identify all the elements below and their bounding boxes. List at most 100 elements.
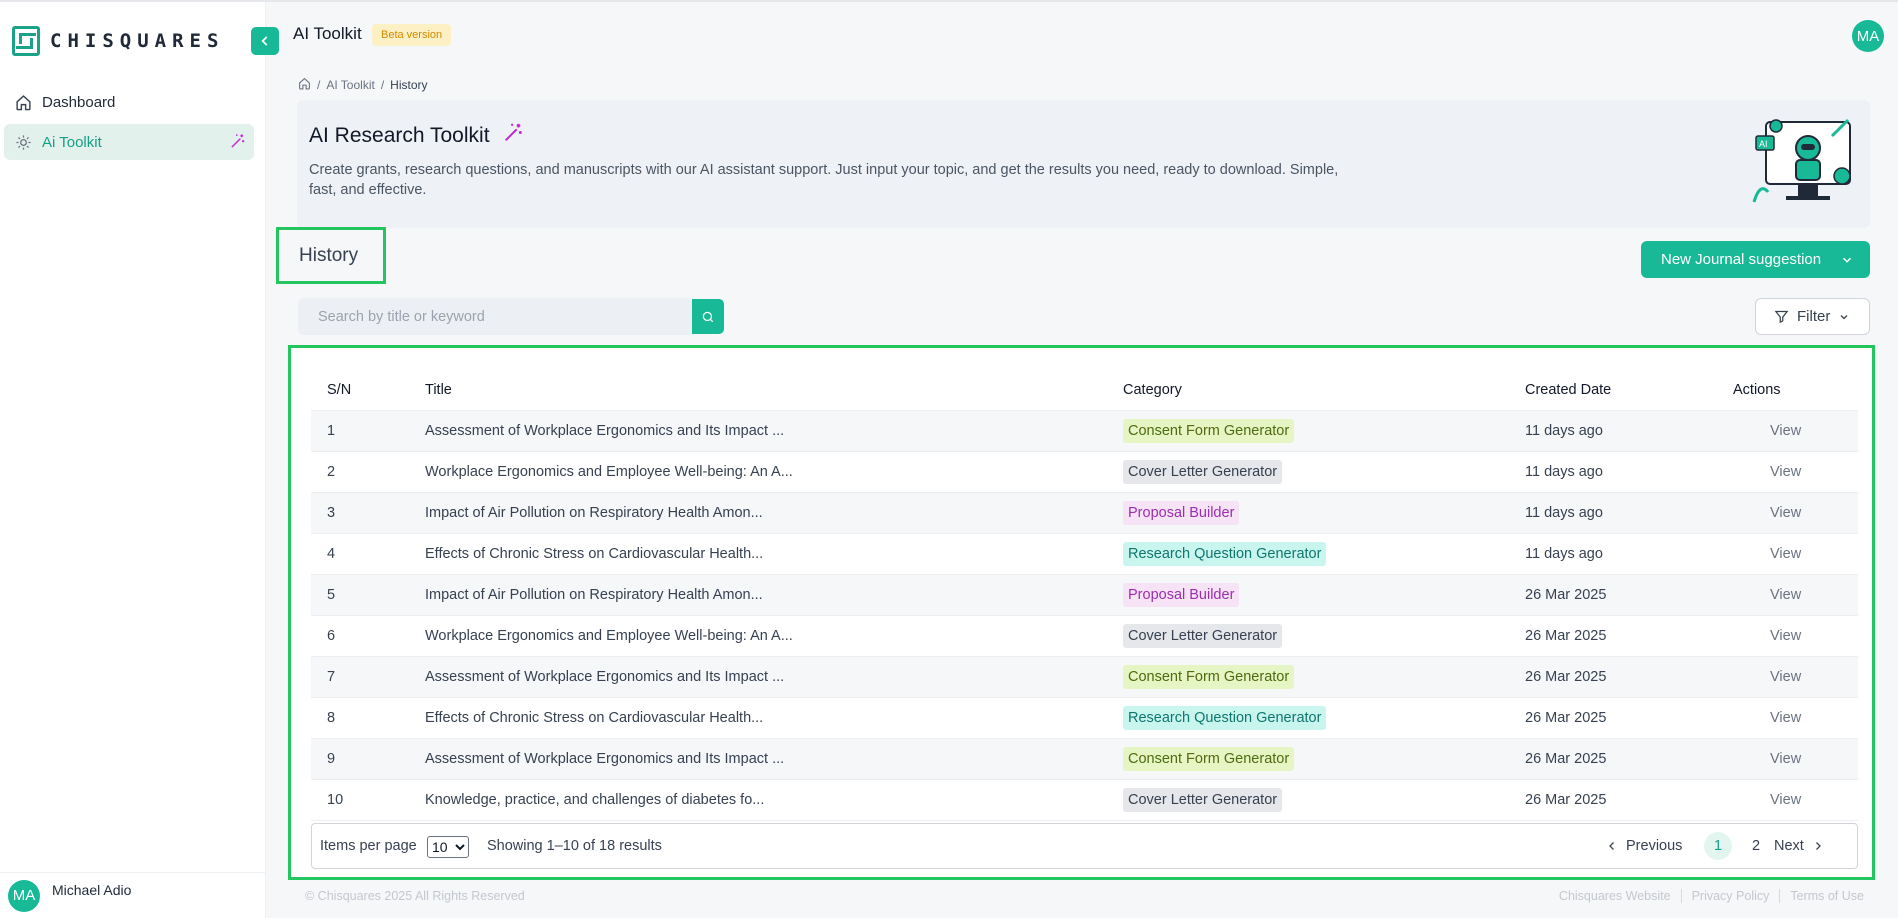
filter-label: Filter: [1797, 308, 1831, 325]
row-sn: 6: [327, 628, 336, 644]
row-sn: 1: [327, 423, 336, 439]
avatar[interactable]: MA: [1852, 20, 1884, 52]
table-row: 1 Assessment of Workplace Ergonomics and …: [311, 411, 1858, 452]
results-count: Showing 1–10 of 18 results: [487, 838, 662, 854]
page-2-button[interactable]: 2: [1742, 832, 1770, 860]
view-button[interactable]: View: [1770, 669, 1801, 685]
footer-link-privacy[interactable]: Privacy Policy: [1680, 889, 1780, 903]
category-badge: Proposal Builder: [1123, 583, 1240, 607]
view-button[interactable]: View: [1770, 751, 1801, 767]
category-badge: Consent Form Generator: [1123, 419, 1295, 443]
robot-illustration-icon: AI: [1752, 118, 1851, 203]
row-created-date: 26 Mar 2025: [1525, 669, 1607, 685]
brand-logo[interactable]: CHISQUARES: [12, 26, 224, 56]
sidebar: CHISQUARES Dashboard Ai Toolkit MA Micha…: [0, 2, 266, 918]
logo-mark-icon: [12, 26, 40, 56]
row-sn: 9: [327, 751, 336, 767]
copyright: © Chisquares 2025 All Rights Reserved: [305, 889, 525, 903]
view-button[interactable]: View: [1770, 464, 1801, 480]
row-created-date: 26 Mar 2025: [1525, 628, 1607, 644]
new-journal-suggestion-button[interactable]: New Journal suggestion: [1641, 241, 1870, 278]
footer-links: Chisquares Website Privacy Policy Terms …: [1549, 889, 1874, 903]
table-row: 10 Knowledge, practice, and challenges of…: [311, 780, 1858, 821]
row-title: Assessment of Workplace Ergonomics and I…: [425, 751, 785, 767]
category-badge: Proposal Builder: [1123, 501, 1240, 525]
view-button[interactable]: View: [1770, 628, 1801, 644]
table-header-row: S/N Title Category Created Date Actions: [311, 370, 1858, 411]
hero-art-label: AI: [1759, 139, 1768, 149]
category-badge: Consent Form Generator: [1123, 665, 1295, 689]
row-created-date: 26 Mar 2025: [1525, 792, 1607, 808]
sidebar-item-dashboard[interactable]: Dashboard: [4, 84, 254, 120]
view-button[interactable]: View: [1770, 792, 1801, 808]
breadcrumb-ai-toolkit[interactable]: AI Toolkit: [326, 78, 374, 92]
view-button[interactable]: View: [1770, 546, 1801, 562]
sidebar-user[interactable]: MA Michael Adio: [0, 872, 266, 918]
hero-banner: AI Research Toolkit Create grants, resea…: [297, 100, 1870, 228]
view-button[interactable]: View: [1770, 587, 1801, 603]
row-sn: 3: [327, 505, 336, 521]
history-title: History: [276, 227, 386, 284]
items-per-page-select[interactable]: 10: [427, 836, 469, 858]
view-button[interactable]: View: [1770, 710, 1801, 726]
chevron-right-icon: [1815, 842, 1821, 850]
top-border: [0, 0, 1898, 2]
footer-link-website[interactable]: Chisquares Website: [1549, 889, 1681, 903]
row-created-date: 11 days ago: [1525, 464, 1603, 480]
row-title: Effects of Chronic Stress on Cardiovascu…: [425, 710, 764, 726]
hero-description: Create grants, research questions, and m…: [309, 162, 1339, 198]
logo-text: CHISQUARES: [50, 30, 225, 52]
sidebar-item-label: Dashboard: [42, 93, 116, 111]
table-row: 7 Assessment of Workplace Ergonomics and …: [311, 657, 1858, 698]
row-sn: 5: [327, 587, 336, 603]
collapse-sidebar-button[interactable]: [251, 27, 279, 55]
sidebar-item-label: Ai Toolkit: [42, 133, 102, 151]
magic-wand-icon: [229, 133, 246, 154]
next-page-button[interactable]: Next: [1774, 838, 1824, 854]
category-badge: Cover Letter Generator: [1123, 460, 1283, 484]
row-created-date: 26 Mar 2025: [1525, 587, 1607, 603]
row-title: Workplace Ergonomics and Employee Well-b…: [425, 628, 793, 644]
row-title: Effects of Chronic Stress on Cardiovascu…: [425, 546, 764, 562]
category-badge: Research Question Generator: [1123, 542, 1327, 566]
filter-button[interactable]: Filter: [1755, 298, 1870, 335]
row-title: Assessment of Workplace Ergonomics and I…: [425, 669, 785, 685]
search-input[interactable]: [298, 298, 692, 335]
items-per-page-label: Items per page: [320, 838, 417, 854]
category-badge: Research Question Generator: [1123, 706, 1327, 730]
previous-label: Previous: [1626, 838, 1683, 854]
magic-wand-icon: [502, 122, 524, 150]
row-title: Knowledge, practice, and challenges of d…: [425, 792, 765, 808]
app-title: AI Toolkit: [293, 24, 362, 43]
header-created-date: Created Date: [1525, 382, 1612, 398]
view-button[interactable]: View: [1770, 423, 1801, 439]
category-badge: Cover Letter Generator: [1123, 624, 1283, 648]
row-created-date: 26 Mar 2025: [1525, 710, 1607, 726]
next-label: Next: [1774, 838, 1804, 854]
page-1-button[interactable]: 1: [1704, 832, 1732, 860]
row-created-date: 26 Mar 2025: [1525, 751, 1607, 767]
table-row: 5 Impact of Air Pollution on Respiratory …: [311, 575, 1858, 616]
breadcrumb: / AI Toolkit / History: [298, 77, 428, 93]
new-journal-suggestion-label: New Journal suggestion: [1661, 251, 1822, 268]
previous-page-button[interactable]: Previous: [1606, 838, 1682, 854]
view-button[interactable]: View: [1770, 505, 1801, 521]
table-row: 8 Effects of Chronic Stress on Cardiovasc…: [311, 698, 1858, 739]
sidebar-item-ai-toolkit[interactable]: Ai Toolkit: [4, 124, 254, 160]
hero-title: AI Research Toolkit: [309, 122, 524, 150]
header-actions: Actions: [1733, 382, 1781, 398]
table-row: 9 Assessment of Workplace Ergonomics and …: [311, 739, 1858, 780]
breadcrumb-separator: /: [317, 78, 321, 92]
avatar: MA: [8, 879, 40, 912]
header-sn: S/N: [327, 382, 352, 398]
search-button[interactable]: [692, 299, 724, 334]
row-sn: 7: [327, 669, 336, 685]
row-sn: 8: [327, 710, 336, 726]
home-icon[interactable]: [298, 77, 311, 93]
hero-title-text: AI Research Toolkit: [309, 124, 490, 147]
chevron-down-icon: [1840, 314, 1848, 319]
footer-link-terms[interactable]: Terms of Use: [1779, 889, 1874, 903]
chevron-left-icon: [261, 36, 268, 46]
row-title: Impact of Air Pollution on Respiratory H…: [425, 587, 763, 603]
breadcrumb-current: History: [390, 78, 428, 92]
